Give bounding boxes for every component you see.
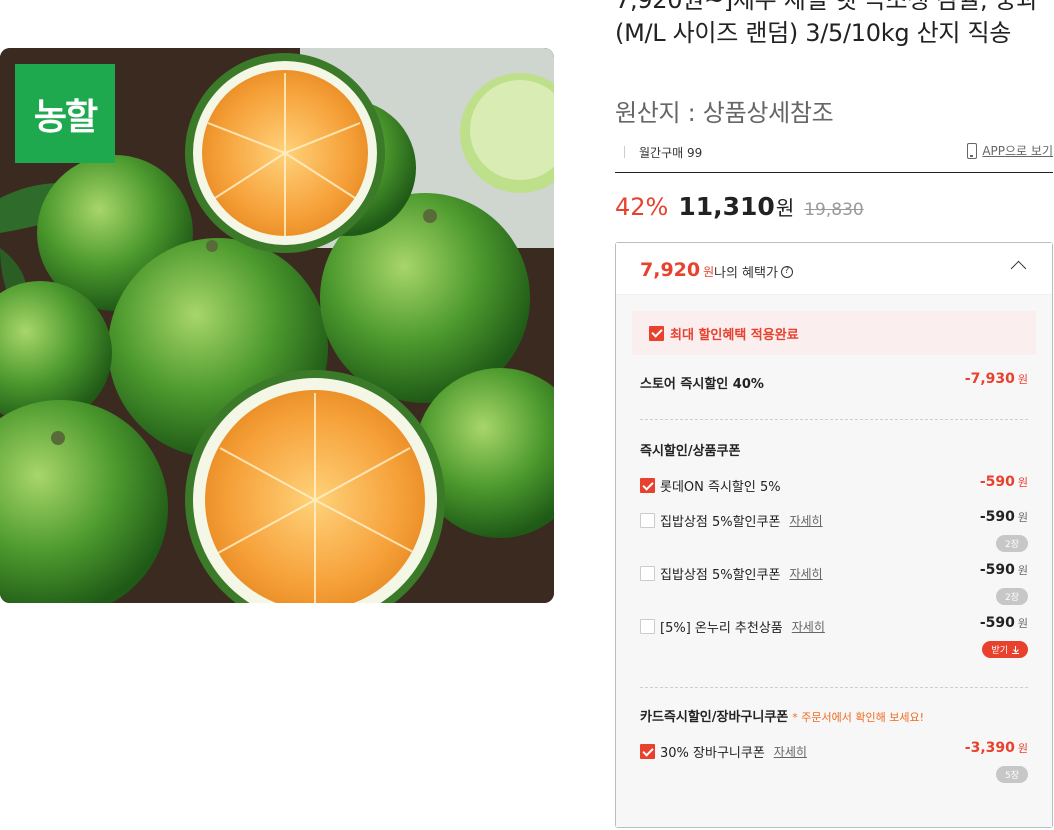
discount-rate: 42% [615, 193, 669, 221]
sale-price: 11,310원 [678, 192, 795, 221]
price-row: 42% 11,310원 19,830 [615, 192, 864, 224]
coupon-label[interactable]: 집밥상점 5%할인쿠폰 자세히 [640, 564, 823, 583]
product-title: 7,920원~]제주 세철 햇 극조생 감귤, 중과(M/L 사이즈 랜덤) 3… [615, 0, 1039, 47]
download-coupon-button[interactable]: 받기 [982, 641, 1028, 658]
best-price-label: 나의 혜택가 ? [714, 262, 793, 281]
coupon-label[interactable]: 집밥상점 5%할인쿠폰 자세히 [640, 511, 823, 530]
coupon-count-badge: 2장 [995, 588, 1028, 605]
checkbox-checked[interactable] [640, 744, 655, 759]
checkbox-unchecked[interactable] [640, 619, 655, 634]
benefit-body: 최대 할인혜택 적용완료 스토어 즉시할인 40% -7,930 원 즉시할인/상… [616, 295, 1052, 827]
info-icon[interactable]: ? [780, 265, 793, 278]
coupon-amount: -3,390 원 [964, 740, 1028, 756]
max-discount-applied: 최대 할인혜택 적용완료 [632, 311, 1036, 355]
download-icon [1012, 645, 1019, 654]
coupon-amount: -590 원 [979, 562, 1028, 578]
chevron-up-icon[interactable] [1010, 260, 1027, 277]
card-section-title: 카드즉시할인/장바구니쿠폰 * 주문서에서 확인해 보세요! [640, 710, 924, 725]
monthly-purchase-count: 월간구매 99 [639, 146, 703, 160]
original-price: 19,830 [804, 200, 864, 220]
detail-link[interactable]: 자세히 [789, 512, 822, 529]
brand-badge: 농할 [15, 64, 115, 163]
checked-checkbox-icon[interactable] [649, 325, 664, 341]
coupon-label[interactable]: 30% 장바구니쿠폰 자세히 [640, 742, 807, 761]
meta-row: 월간구매 99 APP으로 보기 [615, 140, 1053, 173]
detail-link[interactable]: 자세히 [774, 743, 807, 760]
detail-link[interactable]: 자세히 [789, 565, 822, 582]
checkbox-unchecked[interactable] [640, 513, 655, 528]
coupon-count-badge: 2장 [995, 535, 1028, 552]
coupon-count-badge: 5장 [995, 766, 1028, 783]
coupon-amount: -590 원 [979, 474, 1028, 490]
store-discount-label: 스토어 즉시할인 40% [640, 377, 764, 392]
phone-icon [967, 142, 978, 159]
product-image[interactable]: 농할 [0, 48, 554, 603]
store-discount-amount: -7,930 원 [964, 371, 1028, 387]
coupon-label[interactable]: 롯데ON 즉시할인 5% [640, 476, 781, 495]
checkbox-unchecked[interactable] [640, 566, 655, 581]
section-divider [640, 419, 1028, 420]
detail-link[interactable]: 자세히 [792, 618, 825, 635]
app-view-label: APP으로 보기 [982, 144, 1053, 158]
section-divider [640, 687, 1028, 688]
benefit-panel: 7,920 원 나의 혜택가 ? 최대 할인혜택 적용완료 스토어 즉시할인 40… [615, 242, 1053, 828]
coupon-label[interactable]: [5%] 온누리 추천상품 자세히 [640, 617, 825, 636]
coupon-amount: -590 원 [979, 509, 1028, 525]
app-view-link[interactable]: APP으로 보기 [967, 142, 1053, 159]
best-price: 7,920 원 [640, 259, 715, 281]
card-section-note: * 주문서에서 확인해 보세요! [792, 711, 924, 724]
benefit-header[interactable]: 7,920 원 나의 혜택가 ? [616, 243, 1052, 295]
instant-section-title: 즉시할인/상품쿠폰 [640, 444, 741, 459]
checkbox-checked[interactable] [640, 478, 655, 493]
product-origin: 원산지 : 상품상세참조 [615, 99, 834, 127]
coupon-amount: -590 원 [979, 615, 1028, 631]
divider [624, 146, 625, 158]
